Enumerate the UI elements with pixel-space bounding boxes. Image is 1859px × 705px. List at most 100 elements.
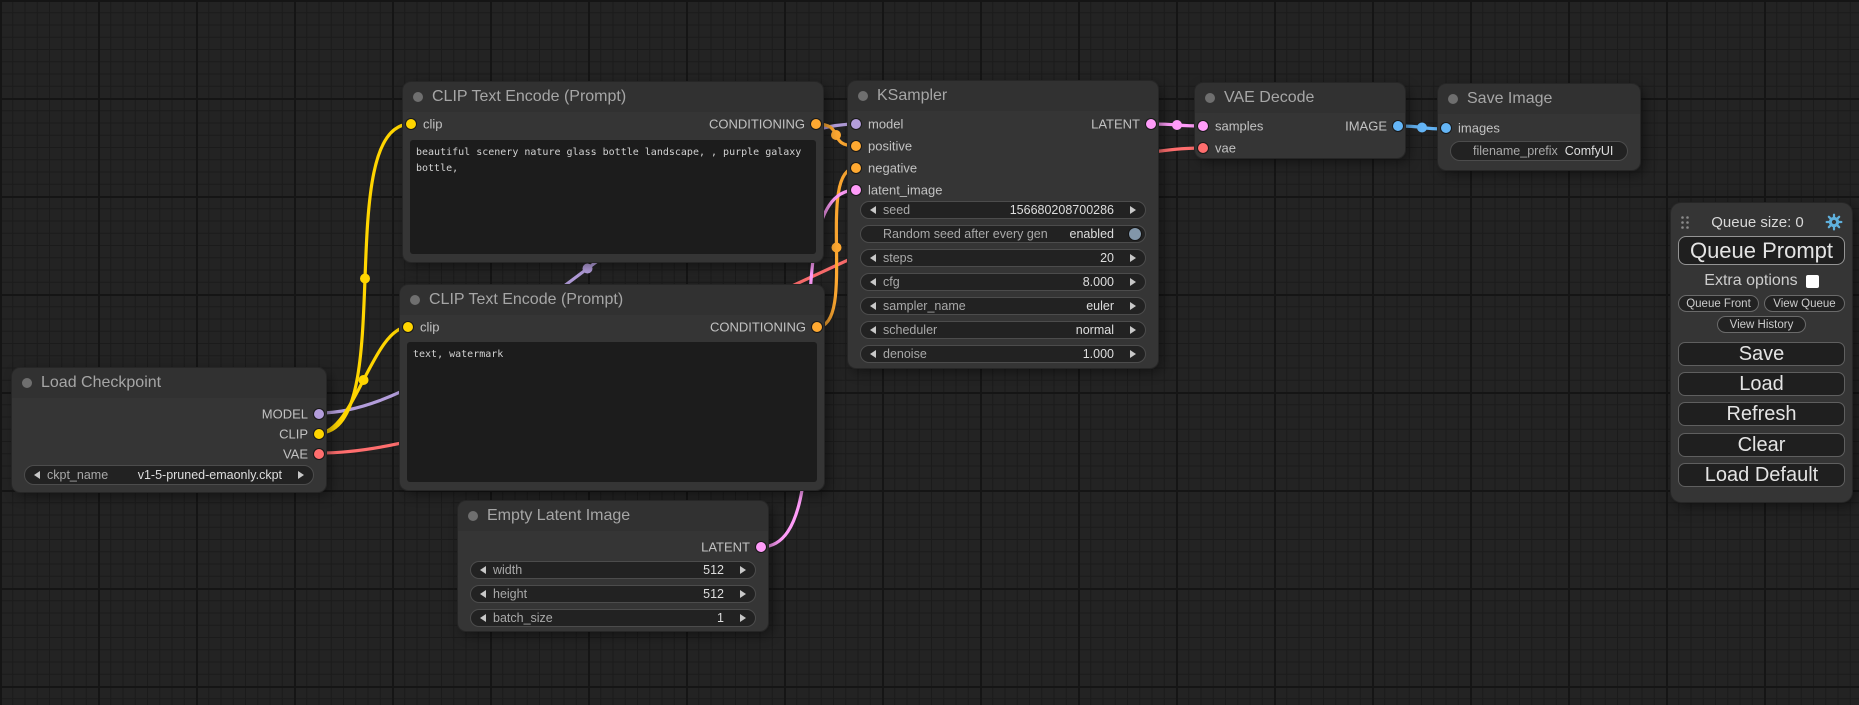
output-row-model: MODEL [12,403,326,425]
node-titlebar[interactable]: CLIP Text Encode (Prompt) [400,285,824,315]
widget-random-seed-toggle[interactable]: Random seed after every gen enabled [860,225,1146,243]
input-slot-positive[interactable] [851,141,861,151]
input-slot-images[interactable] [1441,123,1451,133]
widget-decrement-arrow-icon[interactable] [480,566,486,574]
load-default-button[interactable]: Load Default [1678,463,1845,487]
link-midpoint-dot [360,274,370,284]
widget-increment-arrow-icon[interactable] [1130,350,1136,358]
output-slot-latent[interactable] [756,542,766,552]
input-slot-model[interactable] [851,119,861,129]
save-button[interactable]: Save [1678,342,1845,366]
widget-steps[interactable]: steps 20 [860,249,1146,267]
node-titlebar[interactable]: Save Image [1438,84,1640,114]
queue-menu-panel: Queue size: 0 Queue Prompt Extra options… [1671,203,1852,502]
widget-value: normal [1076,323,1114,337]
widget-decrement-arrow-icon[interactable] [870,326,876,334]
widget-decrement-arrow-icon[interactable] [34,471,40,479]
input-slot-samples[interactable] [1198,121,1208,131]
widget-label: steps [883,251,913,265]
widget-decrement-arrow-icon[interactable] [480,590,486,598]
drag-handle-icon[interactable] [1680,215,1690,230]
widget-increment-arrow-icon[interactable] [740,590,746,598]
output-slot-clip[interactable] [314,429,324,439]
widget-increment-arrow-icon[interactable] [1130,326,1136,334]
widget-decrement-arrow-icon[interactable] [870,302,876,310]
extra-options-checkbox[interactable] [1806,275,1819,288]
refresh-button[interactable]: Refresh [1678,402,1845,426]
output-slot-conditioning[interactable] [811,119,821,129]
output-slot-latent[interactable] [1146,119,1156,129]
clear-button[interactable]: Clear [1678,433,1845,457]
extra-options-label: Extra options [1704,272,1797,290]
collapse-dot-icon[interactable] [1205,93,1215,103]
view-history-button[interactable]: View History [1717,316,1806,333]
prompt-textarea[interactable]: text, watermark [407,342,817,482]
widget-height[interactable]: height 512 [470,585,756,603]
menu-header: Queue size: 0 [1680,211,1843,233]
output-label: MODEL [262,407,308,422]
input-slot-clip[interactable] [403,322,413,332]
collapse-dot-icon[interactable] [413,92,423,102]
link-wire-clip [319,327,408,433]
node-titlebar[interactable]: KSampler [848,81,1158,111]
prompt-textarea[interactable]: beautiful scenery nature glass bottle la… [410,140,816,254]
input-slot-latent-image[interactable] [851,185,861,195]
output-slot-vae[interactable] [314,449,324,459]
widget-denoise[interactable]: denoise 1.000 [860,345,1146,363]
collapse-dot-icon[interactable] [468,511,478,521]
widget-increment-arrow-icon[interactable] [740,614,746,622]
node-empty-latent-image: Empty Latent Image LATENT width 512 heig… [458,501,768,631]
widget-decrement-arrow-icon[interactable] [870,254,876,262]
widget-increment-arrow-icon[interactable] [740,566,746,574]
input-slot-clip[interactable] [406,119,416,129]
widget-filename-prefix[interactable]: filename_prefix ComfyUI [1450,141,1628,161]
widget-seed[interactable]: seed 156680208700286 [860,201,1146,219]
widget-increment-arrow-icon[interactable] [1130,206,1136,214]
collapse-dot-icon[interactable] [1448,94,1458,104]
output-row-latent: LATENT [458,536,768,558]
node-load-checkpoint: Load Checkpoint MODEL CLIP VAE ckpt_name… [12,368,326,492]
widget-increment-arrow-icon[interactable] [1130,278,1136,286]
widget-width[interactable]: width 512 [470,561,756,579]
settings-gear-icon[interactable] [1825,213,1843,231]
view-queue-button[interactable]: View Queue [1764,295,1845,312]
node-titlebar[interactable]: Empty Latent Image [458,501,768,531]
collapse-dot-icon[interactable] [410,295,420,305]
collapse-dot-icon[interactable] [22,378,32,388]
widget-label: denoise [883,347,927,361]
widget-cfg[interactable]: cfg 8.000 [860,273,1146,291]
graph-canvas[interactable]: Load Checkpoint MODEL CLIP VAE ckpt_name… [0,0,1859,705]
load-button[interactable]: Load [1678,372,1845,396]
widget-decrement-arrow-icon[interactable] [480,614,486,622]
output-label: IMAGE [1345,119,1387,134]
node-titlebar[interactable]: CLIP Text Encode (Prompt) [403,82,823,112]
node-clip-text-encode-negative: CLIP Text Encode (Prompt) clip CONDITION… [400,285,824,490]
widget-decrement-arrow-icon[interactable] [870,206,876,214]
output-slot-conditioning[interactable] [812,322,822,332]
widget-value: 20 [1100,251,1114,265]
widget-sampler-name[interactable]: sampler_name euler [860,297,1146,315]
widget-increment-arrow-icon[interactable] [298,471,304,479]
link-midpoint-dot [583,264,593,274]
collapse-dot-icon[interactable] [858,91,868,101]
output-slot-image[interactable] [1393,121,1403,131]
widget-increment-arrow-icon[interactable] [1130,302,1136,310]
node-titlebar[interactable]: VAE Decode [1195,83,1405,113]
widget-value: 8.000 [1083,275,1114,289]
widget-scheduler[interactable]: scheduler normal [860,321,1146,339]
slot-row: model LATENT [848,113,1158,135]
queue-front-button[interactable]: Queue Front [1678,295,1759,312]
input-slot-vae[interactable] [1198,143,1208,153]
input-slot-negative[interactable] [851,163,861,173]
link-midpoint-dot [832,243,842,253]
widget-decrement-arrow-icon[interactable] [870,350,876,358]
widget-batch-size[interactable]: batch_size 1 [470,609,756,627]
widget-decrement-arrow-icon[interactable] [870,278,876,286]
widget-ckpt-name[interactable]: ckpt_name v1-5-pruned-emaonly.ckpt [24,465,314,485]
output-slot-model[interactable] [314,409,324,419]
widget-increment-arrow-icon[interactable] [1130,254,1136,262]
queue-small-buttons: Queue Front View Queue [1678,295,1845,312]
toggle-pin-icon[interactable] [1129,228,1141,240]
node-titlebar[interactable]: Load Checkpoint [12,368,326,398]
queue-prompt-button[interactable]: Queue Prompt [1678,236,1845,265]
